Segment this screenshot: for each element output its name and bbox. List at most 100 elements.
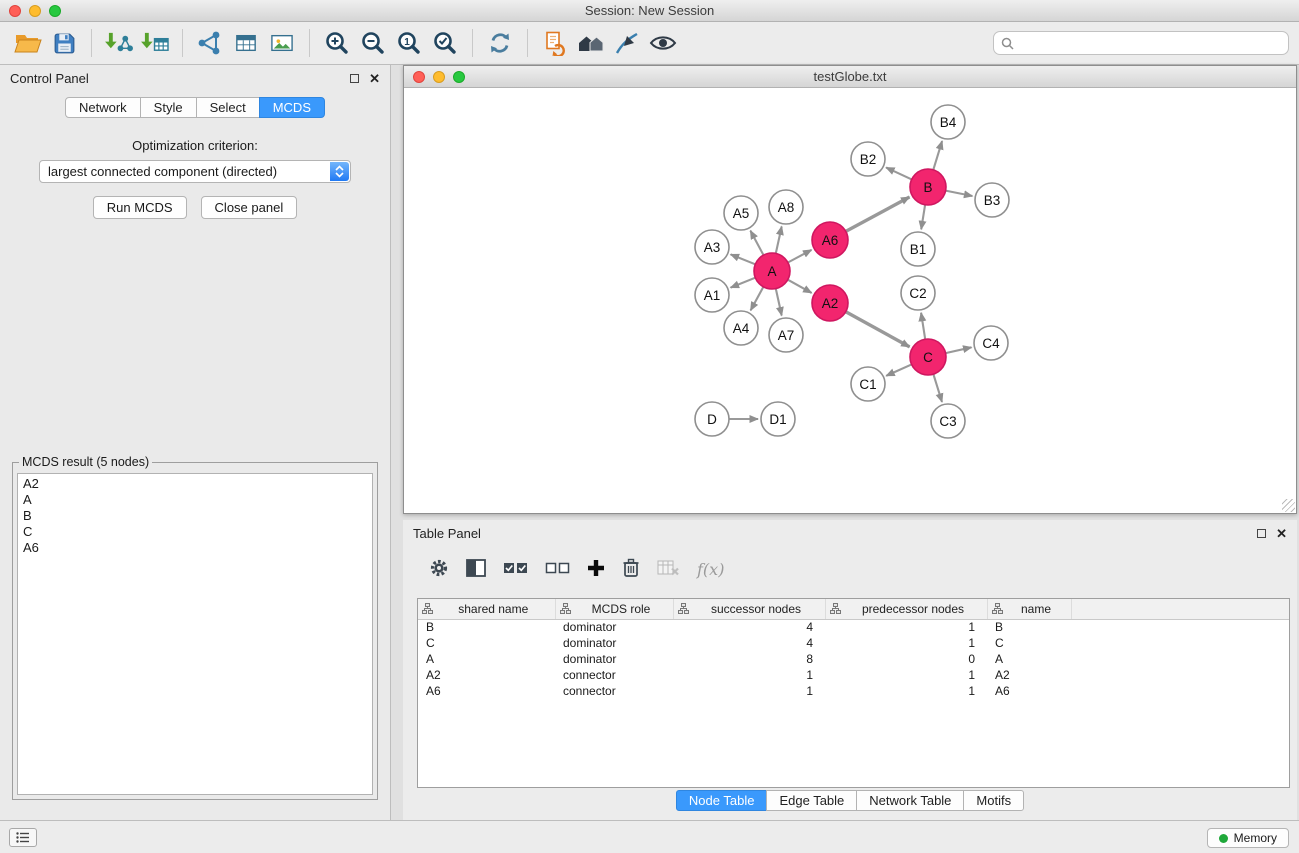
memory-button[interactable]: Memory (1207, 828, 1289, 848)
table-cell[interactable]: 0 (825, 651, 987, 667)
table-row[interactable]: Adominator80A (418, 651, 1289, 667)
close-network-window-button[interactable] (413, 71, 425, 83)
graph-edge-A2-C[interactable] (846, 312, 910, 347)
table-cell[interactable]: A2 (987, 667, 1071, 683)
import-table-button[interactable] (137, 26, 173, 60)
table-cell[interactable]: 4 (673, 619, 825, 635)
table-cell[interactable]: 1 (825, 667, 987, 683)
table-cell[interactable]: A (418, 651, 555, 667)
delete-table-button[interactable] (657, 559, 680, 580)
mcds-result-item[interactable]: C (21, 524, 369, 540)
graph-node-A1[interactable]: A1 (695, 278, 729, 312)
reload-file-button[interactable] (537, 26, 573, 60)
table-cell[interactable]: A6 (418, 683, 555, 699)
graph-node-D[interactable]: D (695, 402, 729, 436)
graph-edge-A-A5[interactable] (750, 231, 763, 256)
table-cell[interactable]: dominator (555, 635, 673, 651)
new-network-button[interactable] (192, 26, 228, 60)
home-button[interactable] (573, 26, 609, 60)
tab-mcds[interactable]: MCDS (259, 97, 325, 118)
graph-node-A7[interactable]: A7 (769, 318, 803, 352)
table-cell[interactable]: 1 (673, 683, 825, 699)
graph-edge-B-B1[interactable] (921, 205, 925, 230)
graph-node-A[interactable]: A (754, 253, 790, 289)
graph-node-B1[interactable]: B1 (901, 232, 935, 266)
table-cell[interactable]: A (987, 651, 1071, 667)
graph-edge-C-C2[interactable] (921, 313, 925, 339)
table-cell[interactable]: dominator (555, 651, 673, 667)
open-session-button[interactable] (10, 26, 46, 60)
tab-network[interactable]: Network (65, 97, 141, 118)
show-panels-button[interactable] (9, 828, 37, 847)
table-cell[interactable]: 1 (825, 683, 987, 699)
graph-node-B3[interactable]: B3 (975, 183, 1009, 217)
minimize-window-button[interactable] (29, 5, 41, 17)
close-table-panel-icon[interactable]: ✕ (1276, 527, 1287, 540)
table-cell[interactable]: connector (555, 667, 673, 683)
graph-node-B2[interactable]: B2 (851, 142, 885, 176)
table-settings-button[interactable] (429, 558, 449, 581)
mcds-result-item[interactable]: B (21, 508, 369, 524)
annotation-mode-button[interactable] (609, 26, 645, 60)
column-header-predecessor-nodes[interactable]: predecessor nodes (825, 599, 987, 619)
tab-network-table[interactable]: Network Table (856, 790, 964, 811)
save-session-button[interactable] (46, 26, 82, 60)
float-panel-icon[interactable] (350, 74, 359, 83)
table-row[interactable]: A2connector11A2 (418, 667, 1289, 683)
graph-edge-B-B2[interactable] (886, 168, 912, 180)
graph-node-A5[interactable]: A5 (724, 196, 758, 230)
create-column-button[interactable] (587, 559, 605, 580)
table-row[interactable]: Bdominator41B (418, 619, 1289, 635)
graph-node-C4[interactable]: C4 (974, 326, 1008, 360)
close-panel-button[interactable]: Close panel (201, 196, 298, 219)
tab-select[interactable]: Select (196, 97, 260, 118)
graph-edge-B-B4[interactable] (933, 141, 942, 170)
search-input[interactable] (1019, 36, 1281, 51)
deselect-all-columns-button[interactable] (545, 560, 570, 579)
table-cell[interactable]: B (418, 619, 555, 635)
graph-node-A4[interactable]: A4 (724, 311, 758, 345)
network-table-button[interactable] (228, 26, 264, 60)
column-header-successor-nodes[interactable]: successor nodes (673, 599, 825, 619)
export-image-button[interactable] (264, 26, 300, 60)
table-cell[interactable]: A6 (987, 683, 1071, 699)
graph-edge-C-C3[interactable] (933, 374, 942, 402)
graph-node-C[interactable]: C (910, 339, 946, 375)
column-header-name[interactable]: name (987, 599, 1071, 619)
zoom-window-button[interactable] (49, 5, 61, 17)
table-cell[interactable]: B (987, 619, 1071, 635)
float-table-panel-icon[interactable] (1257, 529, 1266, 538)
mcds-result-list[interactable]: A2ABCA6 (17, 473, 373, 795)
table-cell[interactable]: C (418, 635, 555, 651)
zoom-actual-size-button[interactable]: 1 (391, 26, 427, 60)
zoom-network-window-button[interactable] (453, 71, 465, 83)
tab-node-table[interactable]: Node Table (676, 790, 768, 811)
table-cell[interactable]: 4 (673, 635, 825, 651)
zoom-in-button[interactable] (319, 26, 355, 60)
tab-style[interactable]: Style (140, 97, 197, 118)
graph-edge-A6-B[interactable] (846, 197, 910, 231)
graph-edge-A-A8[interactable] (776, 227, 782, 254)
criterion-dropdown[interactable]: largest connected component (directed) (39, 160, 351, 183)
network-window-titlebar[interactable]: testGlobe.txt (404, 66, 1296, 88)
minimize-network-window-button[interactable] (433, 71, 445, 83)
tab-edge-table[interactable]: Edge Table (766, 790, 857, 811)
graph-node-B[interactable]: B (910, 169, 946, 205)
function-builder-button[interactable]: f(x) (697, 560, 724, 579)
column-header-mcds-role[interactable]: MCDS role (555, 599, 673, 619)
show-columns-button[interactable] (466, 559, 486, 580)
select-all-columns-button[interactable] (503, 560, 528, 579)
graph-edge-C-C1[interactable] (886, 364, 911, 375)
import-network-button[interactable] (101, 26, 137, 60)
table-cell[interactable]: C (987, 635, 1071, 651)
column-header-shared-name[interactable]: shared name (418, 599, 555, 619)
graph-edge-A-A7[interactable] (776, 289, 782, 316)
table-cell[interactable]: A2 (418, 667, 555, 683)
apply-layout-button[interactable] (482, 26, 518, 60)
table-cell[interactable]: dominator (555, 619, 673, 635)
graph-edge-A-A1[interactable] (731, 278, 756, 288)
mcds-result-item[interactable]: A (21, 492, 369, 508)
graph-node-B4[interactable]: B4 (931, 105, 965, 139)
table-cell[interactable]: 1 (825, 635, 987, 651)
tab-motifs[interactable]: Motifs (963, 790, 1024, 811)
